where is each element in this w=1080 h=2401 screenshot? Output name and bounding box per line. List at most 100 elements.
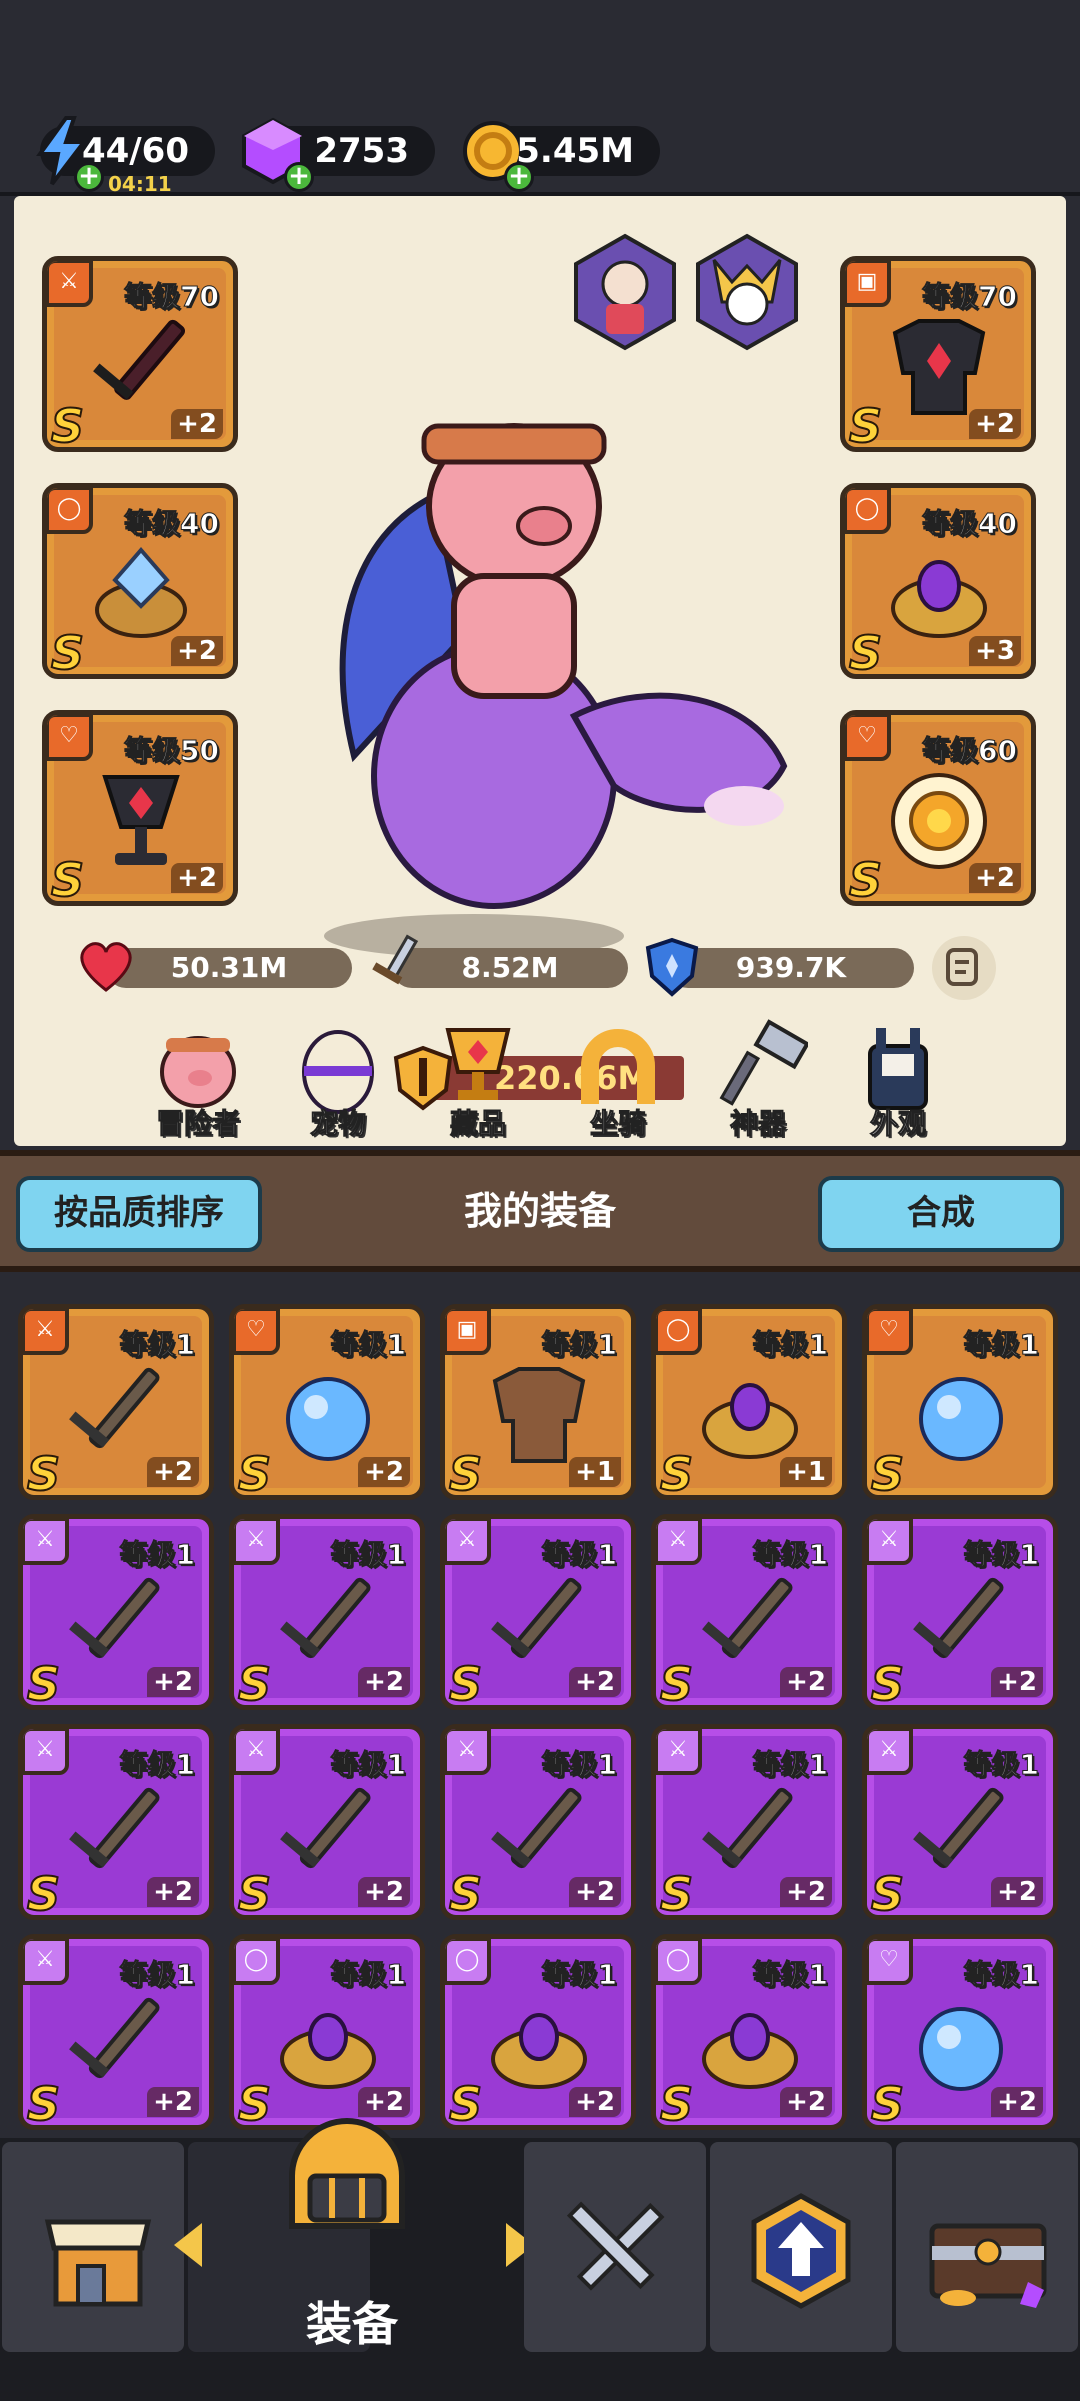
sword-icon: ⚔ (23, 1309, 69, 1355)
slot-grade: S (848, 398, 883, 452)
inventory-item[interactable]: ⚔ 等级1 +2 S (18, 1724, 214, 1920)
nav-shop[interactable] (2, 2142, 184, 2352)
item-level: 等级1 (330, 1958, 406, 1992)
equipment-header: 我的装备 按品质排序 合成 (0, 1150, 1080, 1272)
item-bonus: +2 (991, 1667, 1043, 1697)
sword-icon: ⚔ (23, 1519, 69, 1565)
sort-by-quality-button[interactable]: 按品质排序 (16, 1176, 262, 1252)
inventory-item[interactable]: ⚔ 等级1 +2 S (862, 1514, 1058, 1710)
item-level: 等级1 (752, 1538, 828, 1572)
gold-counter[interactable]: + 5.45M (463, 121, 660, 192)
equip-slot-ring-2[interactable]: ◯ 等级40 +3 S (840, 483, 1036, 679)
sword-icon: ⚔ (656, 1729, 702, 1775)
category-label: 冒险者 (155, 1107, 240, 1141)
nav-battle[interactable] (524, 2142, 706, 2352)
upgrade-arrow-icon (751, 2193, 851, 2309)
slot-grade: S (50, 398, 85, 452)
item-level: 等级1 (963, 1328, 1039, 1362)
treasure-chest-icon (929, 2223, 1047, 2308)
pet-avatar-icon[interactable] (692, 232, 802, 352)
necklace-item-icon (919, 1377, 1003, 1461)
category-pet[interactable]: 宠物 (278, 1016, 398, 1141)
inventory-item[interactable]: ♡ 等级1 S (862, 1304, 1058, 1500)
category-artifact[interactable]: 神器 (698, 1016, 818, 1141)
inventory-item[interactable]: ♡ 等级1 +2 S (229, 1304, 425, 1500)
trophy-icon (445, 1028, 511, 1100)
equip-slot-ring[interactable]: ◯ 等级40 +2 S (42, 483, 238, 679)
equip-slot-armor[interactable]: ▣ 等级70 +2 S (840, 256, 1036, 452)
item-bonus: +2 (780, 1667, 832, 1697)
item-grade: S (448, 1656, 483, 1710)
inventory-item[interactable]: ◯ 等级1 +1 S (651, 1304, 847, 1500)
slot-bonus: +2 (171, 636, 223, 666)
energy-timer: 04:11 (108, 172, 172, 196)
hammer-icon (719, 1019, 810, 1106)
category-appearance[interactable]: 外观 (838, 1016, 958, 1141)
inventory-item[interactable]: ⚔ 等级1 +2 S (440, 1724, 636, 1920)
inventory-item[interactable]: ◯ 等级1 +2 S (651, 1934, 847, 2130)
nav-prev-icon[interactable] (174, 2223, 202, 2267)
slot-level: 等级70 (922, 280, 1018, 314)
category-label: 外观 (869, 1107, 926, 1141)
sword-icon: ⚔ (23, 1729, 69, 1775)
item-bonus: +1 (569, 1457, 621, 1487)
category-label: 藏品 (449, 1107, 506, 1141)
sword-icon: ⚔ (445, 1519, 491, 1565)
inventory-item[interactable]: ⚔ 等级1 +2 S (18, 1934, 214, 2130)
item-level: 等级1 (119, 1748, 195, 1782)
item-grade: S (659, 2076, 694, 2130)
nav-treasure[interactable] (896, 2142, 1078, 2352)
item-level: 等级1 (119, 1958, 195, 1992)
defense-value: 939.7K (735, 951, 847, 984)
energy-counter[interactable]: + 44/60 (36, 116, 215, 192)
inventory-item[interactable]: ⚔ 等级1 +2 S (229, 1724, 425, 1920)
nav-upgrade[interactable] (710, 2142, 892, 2352)
inventory-item[interactable]: ⚔ 等级1 +2 S (18, 1514, 214, 1710)
item-bonus: +2 (147, 1877, 199, 1907)
equipment-inventory: ⚔ 等级1 +2 S ♡ 等级1 +2 S ▣ 等级1 +1 S ◯ 等级1 +1 S ♡ 等级1 S ⚔ 等级1 +2 S… (0, 1272, 1080, 2142)
item-bonus: +2 (358, 1667, 410, 1697)
inventory-item[interactable]: ◯ 等级1 +2 S (229, 1934, 425, 2130)
item-level: 等级1 (963, 1538, 1039, 1572)
necklace-icon: ♡ (47, 715, 93, 761)
gold-value: 5.45M (516, 131, 634, 171)
hp-stat: 50.31M (80, 942, 352, 992)
inventory-item[interactable]: ⚔ 等级1 +2 S (18, 1304, 214, 1500)
equip-slot-necklace[interactable]: ♡ 等级50 +2 S (42, 710, 238, 906)
slot-grade: S (848, 625, 883, 679)
equip-slot-weapon[interactable]: ⚔ 等级70 +2 S (42, 256, 238, 452)
overalls-icon (868, 1028, 928, 1110)
equip-slot-necklace-2[interactable]: ♡ 等级60 +2 S (840, 710, 1036, 906)
category-collection[interactable]: 藏品 (418, 1016, 538, 1141)
inventory-item[interactable]: ⚔ 等级1 +2 S (862, 1724, 1058, 1920)
slot-bonus: +2 (969, 863, 1021, 893)
inventory-item[interactable]: ▣ 等级1 +1 S (440, 1304, 636, 1500)
ring-icon: ◯ (656, 1939, 702, 1985)
category-label: 宠物 (309, 1107, 366, 1141)
companion-avatar-icon[interactable] (570, 232, 680, 352)
item-bonus: +2 (147, 1667, 199, 1697)
item-bonus: +2 (780, 2087, 832, 2117)
item-grade: S (237, 1656, 272, 1710)
inventory-item[interactable]: ⚔ 等级1 +2 S (440, 1514, 636, 1710)
inventory-item[interactable]: ♡ 等级1 +2 S (862, 1934, 1058, 2130)
inventory-item[interactable]: ⚔ 等级1 +2 S (651, 1724, 847, 1920)
slot-level: 等级40 (922, 507, 1018, 541)
merge-button[interactable]: 合成 (818, 1176, 1064, 1252)
item-grade: S (26, 2076, 61, 2130)
category-mount[interactable]: 坐骑 (558, 1016, 678, 1141)
item-grade: S (237, 2076, 272, 2130)
gem-counter[interactable]: + 2753 (242, 117, 435, 192)
hero-panel: ⚔ 等级70 +2 S ◯ 等级40 +2 S ♡ 等级50 +2 S ▣ 等级… (14, 196, 1066, 1300)
category-adventurer[interactable]: 冒险者 (138, 1016, 258, 1141)
ring-icon: ◯ (845, 488, 891, 534)
inventory-item[interactable]: ◯ 等级1 +2 S (440, 1934, 636, 2130)
item-bonus: +2 (147, 2087, 199, 2117)
stats-detail-button[interactable] (932, 936, 996, 1000)
item-grade: S (26, 1446, 61, 1500)
inventory-item[interactable]: ⚔ 等级1 +2 S (651, 1514, 847, 1710)
add-gems-icon[interactable]: + (284, 162, 314, 192)
inventory-item[interactable]: ⚔ 等级1 +2 S (229, 1514, 425, 1710)
item-grade: S (870, 1866, 905, 1920)
category-label: 坐骑 (589, 1107, 646, 1141)
